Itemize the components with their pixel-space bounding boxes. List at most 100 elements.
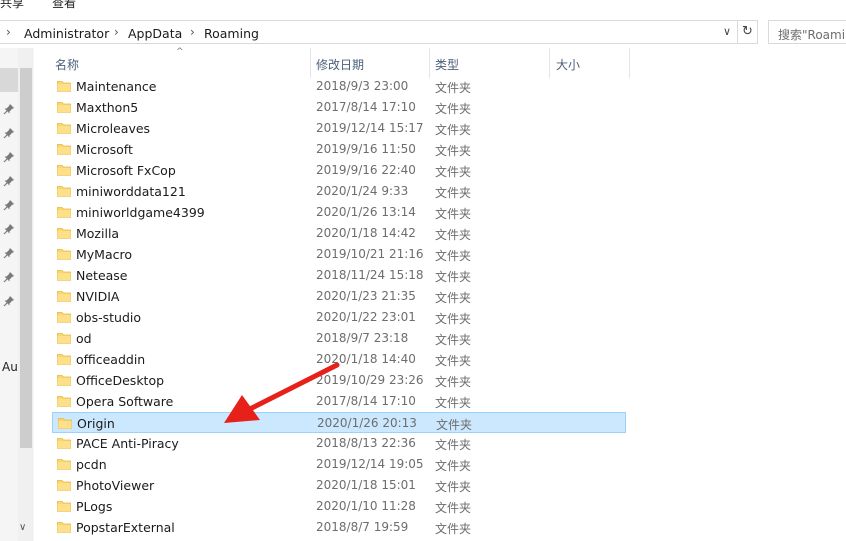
table-row[interactable]: PLogs 2020/1/10 11:28 文件夹 bbox=[52, 496, 626, 517]
file-name[interactable]: PLogs bbox=[76, 499, 112, 514]
file-type: 文件夹 bbox=[435, 291, 472, 305]
pin-icon[interactable] bbox=[3, 223, 15, 235]
breadcrumb-appdata[interactable]: AppData bbox=[128, 26, 182, 41]
column-divider[interactable] bbox=[429, 48, 430, 78]
file-name[interactable]: Netease bbox=[76, 268, 128, 283]
pin-icon[interactable] bbox=[3, 127, 15, 139]
breadcrumb-chevron-icon[interactable]: › bbox=[190, 25, 195, 39]
file-name[interactable]: Opera Software bbox=[76, 394, 173, 409]
file-name[interactable]: od bbox=[76, 331, 92, 346]
column-divider[interactable] bbox=[310, 48, 311, 78]
file-name[interactable]: NVIDIA bbox=[76, 289, 119, 304]
file-type: 文件夹 bbox=[435, 81, 472, 95]
pin-icon[interactable] bbox=[3, 271, 15, 283]
folder-icon bbox=[57, 438, 71, 449]
file-name[interactable]: PhotoViewer bbox=[76, 478, 154, 493]
file-name[interactable]: miniworldgame4399 bbox=[76, 205, 205, 220]
table-row[interactable]: Maintenance 2018/9/3 23:00 文件夹 bbox=[52, 76, 626, 97]
refresh-button[interactable]: ↻ bbox=[738, 20, 758, 44]
file-name[interactable]: Origin bbox=[77, 416, 115, 431]
file-modified-date: 2018/8/7 19:59 bbox=[316, 520, 409, 534]
column-header-name[interactable]: 名称 bbox=[55, 56, 79, 73]
pin-icon[interactable] bbox=[3, 199, 15, 211]
folder-icon bbox=[57, 207, 71, 218]
address-bar[interactable]: › Administrator › AppData › Roaming ∨ bbox=[0, 20, 738, 44]
pin-icon[interactable] bbox=[3, 151, 15, 163]
table-row[interactable]: PACE Anti-Piracy 2018/8/13 22:36 文件夹 bbox=[52, 433, 626, 454]
table-row[interactable]: obs-studio 2020/1/22 23:01 文件夹 bbox=[52, 307, 626, 328]
file-name[interactable]: miniworddata121 bbox=[76, 184, 186, 199]
file-name[interactable]: Microsoft bbox=[76, 142, 133, 157]
table-row[interactable]: officeaddin 2020/1/18 14:40 文件夹 bbox=[52, 349, 626, 370]
table-row[interactable]: Microsoft FxCop 2019/9/16 22:40 文件夹 bbox=[52, 160, 626, 181]
column-header-date[interactable]: 修改日期 bbox=[316, 56, 364, 73]
table-row[interactable]: OfficeDesktop 2019/10/29 23:26 文件夹 bbox=[52, 370, 626, 391]
table-row[interactable]: pcdn 2019/12/14 19:05 文件夹 bbox=[52, 454, 626, 475]
file-modified-date: 2019/10/21 21:16 bbox=[316, 247, 424, 261]
file-name[interactable]: officeaddin bbox=[76, 352, 145, 367]
pin-icon[interactable] bbox=[3, 247, 15, 259]
table-row[interactable]: PopstarExternal 2018/8/7 19:59 文件夹 bbox=[52, 517, 626, 538]
tab-view[interactable]: 查看 bbox=[52, 0, 76, 11]
file-type: 文件夹 bbox=[435, 459, 472, 473]
file-type: 文件夹 bbox=[435, 186, 472, 200]
refresh-icon: ↻ bbox=[742, 24, 753, 39]
file-name[interactable]: Microleaves bbox=[76, 121, 150, 136]
file-name[interactable]: pcdn bbox=[76, 457, 107, 472]
file-modified-date: 2018/11/24 15:18 bbox=[316, 268, 424, 282]
folder-icon bbox=[57, 375, 71, 386]
table-row[interactable]: Maxthon5 2017/8/14 17:10 文件夹 bbox=[52, 97, 626, 118]
file-type: 文件夹 bbox=[435, 144, 472, 158]
file-type: 文件夹 bbox=[435, 312, 472, 326]
file-name[interactable]: MyMacro bbox=[76, 247, 132, 262]
column-header-type[interactable]: 类型 bbox=[435, 56, 459, 73]
file-name[interactable]: PACE Anti-Piracy bbox=[76, 436, 179, 451]
file-name[interactable]: Maxthon5 bbox=[76, 100, 138, 115]
column-divider[interactable] bbox=[549, 48, 550, 78]
table-row[interactable]: od 2018/9/7 23:18 文件夹 bbox=[52, 328, 626, 349]
column-header-size[interactable]: 大小 bbox=[556, 56, 580, 73]
file-name[interactable]: obs-studio bbox=[76, 310, 141, 325]
table-row[interactable]: NVIDIA 2020/1/23 21:35 文件夹 bbox=[52, 286, 626, 307]
table-row[interactable]: PhotoViewer 2020/1/18 15:01 文件夹 bbox=[52, 475, 626, 496]
table-row[interactable]: miniworldgame4399 2020/1/26 13:14 文件夹 bbox=[52, 202, 626, 223]
file-name[interactable]: OfficeDesktop bbox=[76, 373, 164, 388]
folder-icon bbox=[57, 123, 71, 134]
file-modified-date: 2017/8/14 17:10 bbox=[316, 394, 416, 408]
file-name[interactable]: PopstarExternal bbox=[76, 520, 175, 535]
breadcrumb-administrator[interactable]: Administrator bbox=[24, 26, 109, 41]
scroll-down-icon[interactable]: ∨ bbox=[19, 522, 26, 533]
folder-icon bbox=[57, 102, 71, 113]
pin-icon[interactable] bbox=[3, 295, 15, 307]
nav-item-label[interactable]: Au bbox=[2, 360, 18, 374]
breadcrumb-chevron-icon[interactable]: › bbox=[6, 25, 11, 39]
file-name[interactable]: Mozilla bbox=[76, 226, 119, 241]
file-modified-date: 2020/1/26 20:13 bbox=[317, 416, 417, 430]
file-name[interactable]: Maintenance bbox=[76, 79, 157, 94]
pin-icon[interactable] bbox=[3, 103, 15, 115]
breadcrumb-chevron-icon[interactable]: › bbox=[114, 25, 119, 39]
address-history-dropdown-icon[interactable]: ∨ bbox=[723, 25, 731, 38]
search-input[interactable]: 搜索"Roaming" bbox=[768, 20, 846, 44]
table-row[interactable]: MyMacro 2019/10/21 21:16 文件夹 bbox=[52, 244, 626, 265]
table-row[interactable]: Netease 2018/11/24 15:18 文件夹 bbox=[52, 265, 626, 286]
file-name[interactable]: Microsoft FxCop bbox=[76, 163, 176, 178]
pin-icon[interactable] bbox=[3, 175, 15, 187]
table-row[interactable]: Microsoft 2019/9/16 11:50 文件夹 bbox=[52, 139, 626, 160]
table-row-selected[interactable]: Origin 2020/1/26 20:13 文件夹 bbox=[52, 412, 626, 433]
breadcrumb-roaming[interactable]: Roaming bbox=[204, 26, 259, 41]
table-row[interactable]: Microleaves 2019/12/14 15:17 文件夹 bbox=[52, 118, 626, 139]
table-row[interactable]: miniworddata121 2020/1/24 9:33 文件夹 bbox=[52, 181, 626, 202]
address-bar-row: › Administrator › AppData › Roaming ∨ ↻ … bbox=[0, 18, 846, 48]
nav-scrollbar-thumb[interactable] bbox=[20, 68, 32, 448]
file-type: 文件夹 bbox=[435, 102, 472, 116]
folder-icon bbox=[57, 354, 71, 365]
column-divider[interactable] bbox=[629, 48, 630, 78]
tab-share[interactable]: 共享 bbox=[0, 0, 24, 11]
file-type: 文件夹 bbox=[435, 165, 472, 179]
folder-icon bbox=[57, 249, 71, 260]
nav-selected-item[interactable] bbox=[0, 68, 18, 92]
file-modified-date: 2017/8/14 17:10 bbox=[316, 100, 416, 114]
table-row[interactable]: Mozilla 2020/1/18 14:42 文件夹 bbox=[52, 223, 626, 244]
table-row[interactable]: Opera Software 2017/8/14 17:10 文件夹 bbox=[52, 391, 626, 412]
